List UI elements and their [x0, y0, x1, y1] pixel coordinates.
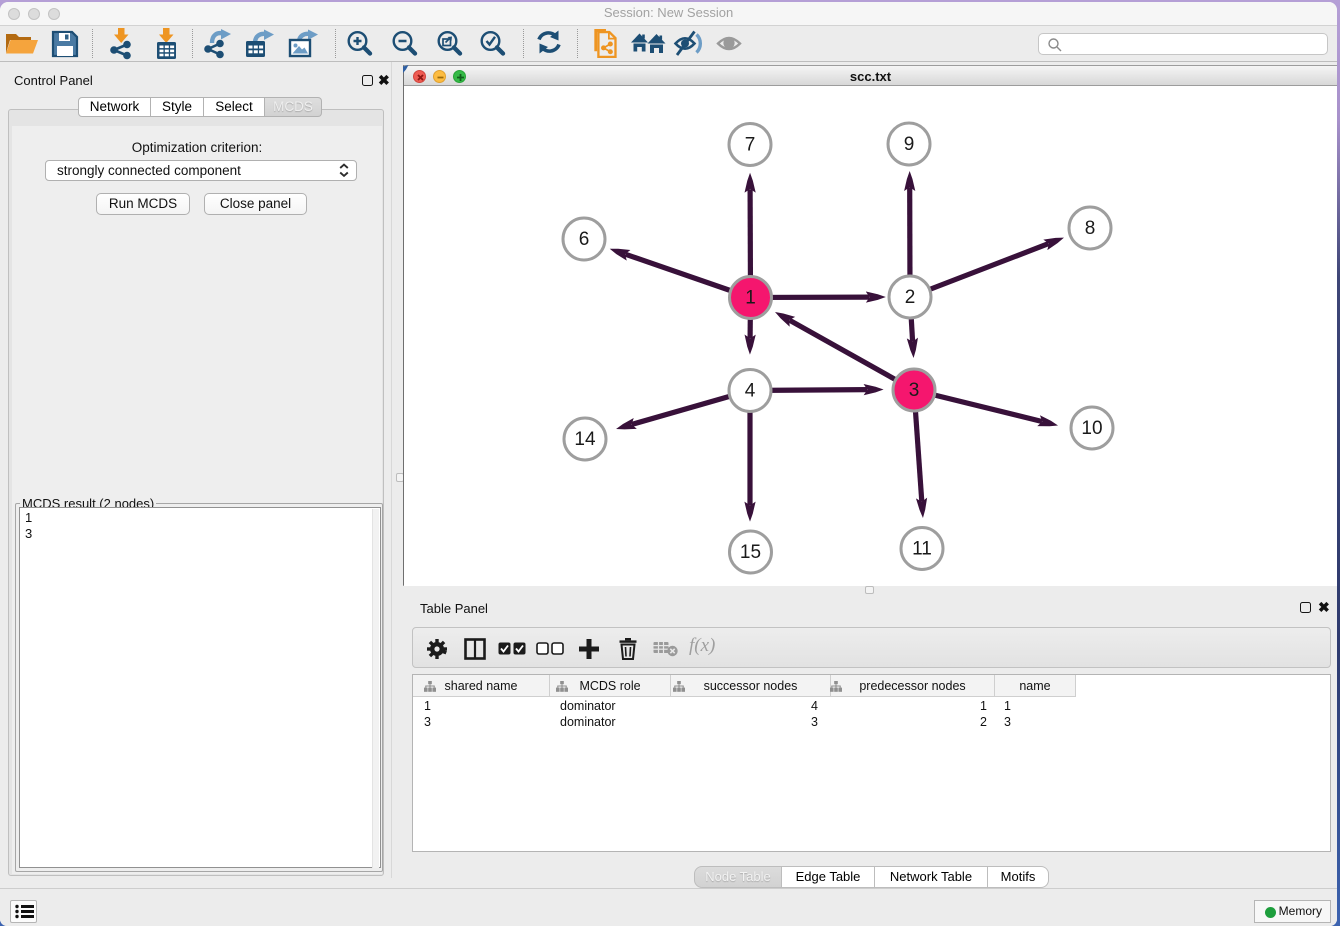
svg-text:7: 7	[745, 135, 756, 156]
svg-text:15: 15	[740, 542, 761, 563]
svg-text:1: 1	[745, 288, 756, 309]
svg-text:3: 3	[909, 380, 920, 401]
svg-text:4: 4	[745, 381, 756, 402]
svg-text:6: 6	[579, 229, 590, 250]
svg-text:14: 14	[574, 429, 596, 450]
svg-text:8: 8	[1085, 218, 1096, 239]
svg-text:10: 10	[1081, 418, 1102, 439]
svg-text:2: 2	[905, 287, 916, 308]
svg-text:9: 9	[904, 134, 915, 155]
svg-text:11: 11	[912, 539, 932, 560]
